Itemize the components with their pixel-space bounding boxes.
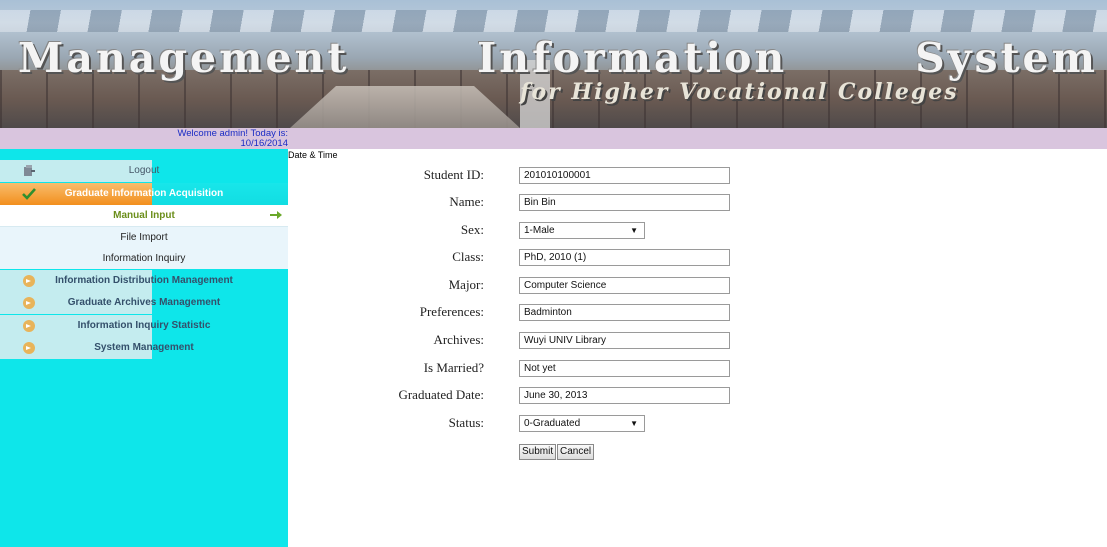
preferences-input[interactable]: Badminton: [519, 304, 730, 321]
sidebar-item-graduate-information-acquisition[interactable]: Graduate Information Acquisition: [0, 183, 288, 205]
welcome-message: Welcome admin! Today is: 10/16/2014: [130, 129, 288, 149]
sidebar-item-logout[interactable]: Logout: [0, 160, 288, 182]
graduated-date-input[interactable]: June 30, 2013: [519, 387, 730, 404]
major-input[interactable]: Computer Science: [519, 277, 730, 294]
banner-sky: [0, 10, 1107, 32]
archives-label: Archives:: [433, 332, 484, 347]
student-id-label: Student ID:: [423, 167, 484, 182]
married-label: Is Married?: [423, 360, 484, 375]
folder-arrow-icon: [23, 320, 35, 332]
sidebar-item-label: Graduate Archives Management: [67, 297, 221, 308]
preferences-label: Preferences:: [419, 304, 484, 319]
folder-arrow-icon: [23, 297, 35, 309]
sidebar-subitem-manual-input[interactable]: Manual Input: [0, 205, 288, 227]
sex-label: Sex:: [460, 222, 484, 237]
sex-select-value: 1-Male: [524, 225, 555, 236]
cancel-button[interactable]: Cancel: [557, 444, 595, 460]
dropdown-arrow-icon: ▼: [630, 226, 638, 235]
married-input[interactable]: Not yet: [519, 360, 730, 377]
sidebar-item-label: Information Inquiry Statistic: [77, 320, 211, 331]
sidebar-item-label: Graduate Information Acquisition: [64, 188, 224, 199]
banner-title: Management Information System: [18, 34, 1098, 82]
class-label: Class:: [452, 249, 484, 264]
sidebar-item-system-management[interactable]: System Management: [0, 337, 288, 359]
sidebar-subitem-file-import[interactable]: File Import: [0, 227, 288, 249]
sidebar-item-information-distribution[interactable]: Information Distribution Management: [0, 270, 288, 292]
sidebar-subitem-label: Information Inquiry: [102, 253, 186, 264]
header-banner: Management Information System for Higher…: [0, 0, 1107, 128]
folder-arrow-icon: [23, 275, 35, 287]
graduated-date-label: Graduated Date:: [398, 387, 484, 402]
sex-select[interactable]: 1-Male ▼: [519, 222, 645, 239]
status-select[interactable]: 0-Graduated ▼: [519, 415, 645, 432]
welcome-date: 10/16/2014: [240, 138, 288, 149]
sidebar-item-label: System Management: [94, 342, 194, 353]
folder-arrow-icon: [23, 342, 35, 354]
name-label: Name:: [449, 194, 484, 209]
dropdown-arrow-icon: ▼: [630, 419, 638, 428]
major-label: Major:: [448, 277, 484, 292]
sidebar-subitem-label: Manual Input: [113, 210, 175, 221]
submit-button[interactable]: Submit: [519, 444, 557, 460]
logout-icon: [24, 165, 35, 176]
sidebar-item-inquiry-statistic[interactable]: Information Inquiry Statistic: [0, 315, 288, 337]
datetime-label: Date & Time: [288, 150, 338, 160]
status-select-value: 0-Graduated: [524, 418, 581, 429]
name-input[interactable]: Bin Bin: [519, 194, 730, 211]
sidebar-item-graduate-archives[interactable]: Graduate Archives Management: [0, 292, 288, 314]
right-arrow-icon: [270, 211, 282, 219]
sidebar-item-label: Logout: [128, 165, 160, 176]
sidebar-subitem-information-inquiry[interactable]: Information Inquiry: [0, 248, 288, 269]
status-label: Status:: [448, 415, 484, 430]
checkmark-icon: [22, 188, 36, 200]
sidebar-item-label: Information Distribution Management: [55, 275, 233, 286]
student-id-input[interactable]: 201010100001: [519, 167, 730, 184]
archives-input[interactable]: Wuyi UNIV Library: [519, 332, 730, 349]
sidebar-subitem-label: File Import: [120, 232, 168, 243]
class-input[interactable]: PhD, 2010 (1): [519, 249, 730, 266]
banner-subtitle: for Higher Vocational Colleges: [520, 79, 959, 105]
